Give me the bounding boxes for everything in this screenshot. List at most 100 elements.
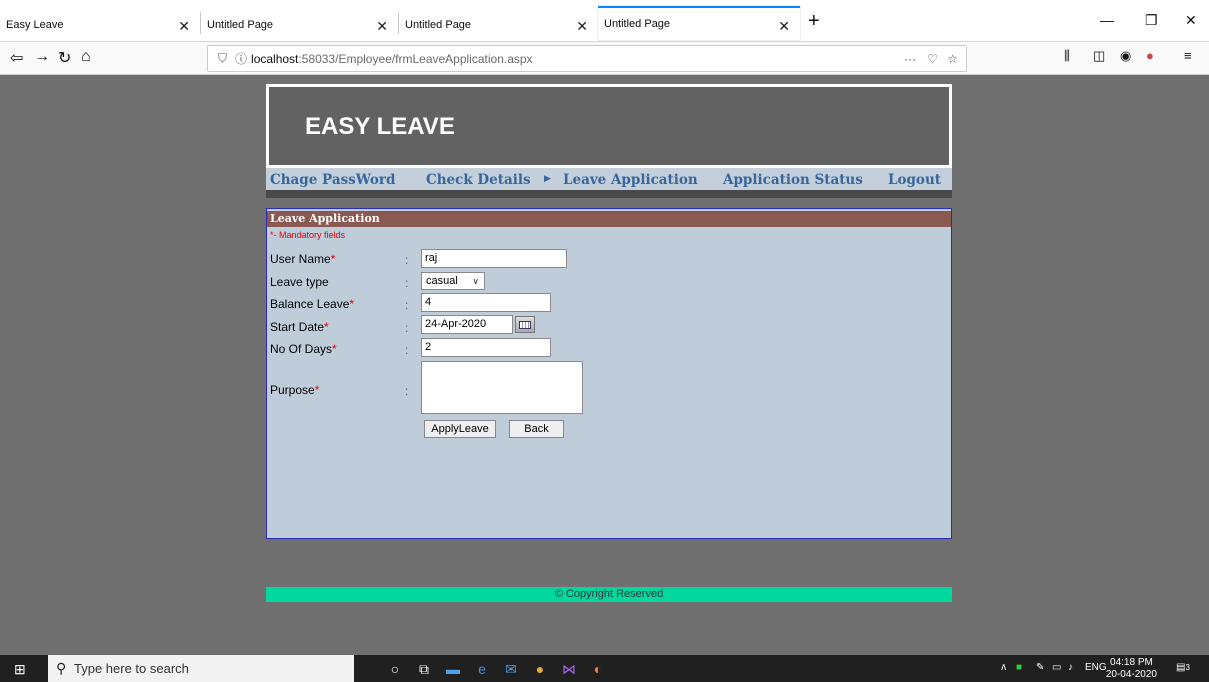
leave-application-panel: Leave Application *- Mandatory fields Us… bbox=[266, 208, 952, 539]
more-icon[interactable]: ··· bbox=[904, 52, 916, 66]
purpose-label: Purpose* bbox=[270, 383, 320, 397]
restore-button[interactable]: ❐ bbox=[1145, 12, 1158, 29]
chrome-icon[interactable]: ● bbox=[532, 661, 548, 677]
no-of-days-input[interactable]: 2 bbox=[421, 338, 551, 357]
start-date-label: Start Date* bbox=[270, 320, 329, 334]
edge-icon[interactable]: e bbox=[474, 661, 490, 677]
url-host: localhost bbox=[251, 51, 299, 66]
menu-leave-application[interactable]: Leave Application bbox=[563, 172, 698, 188]
taskbar-clock[interactable]: 04:18 PM 20-04-2020 bbox=[1106, 657, 1157, 681]
notification-count: 3 bbox=[1185, 663, 1190, 672]
tab-easy-leave[interactable]: Easy Leave ✕ bbox=[0, 8, 200, 42]
close-icon[interactable]: ✕ bbox=[376, 18, 388, 35]
search-icon: ⚲ bbox=[56, 660, 67, 676]
window-close-button[interactable]: ✕ bbox=[1185, 12, 1197, 29]
back-button[interactable]: ⇦ bbox=[10, 48, 23, 68]
account-icon[interactable]: ◉ bbox=[1120, 48, 1131, 64]
tab-label: Untitled Page bbox=[207, 19, 274, 31]
menu-icon[interactable]: ≡ bbox=[1184, 48, 1192, 63]
url-path: :58033/Employee/frmLeaveApplication.aspx bbox=[298, 51, 533, 66]
user-name-input[interactable]: raj bbox=[421, 249, 567, 268]
tab-label: Easy Leave bbox=[6, 19, 64, 31]
start-date-input[interactable]: 24-Apr-2020 bbox=[421, 315, 513, 334]
close-icon[interactable]: ✕ bbox=[576, 18, 588, 35]
back-button-form[interactable]: Back bbox=[509, 420, 564, 438]
colon: : bbox=[405, 343, 409, 357]
apply-leave-button[interactable]: ApplyLeave bbox=[424, 420, 496, 438]
app-tray-icon[interactable]: ■ bbox=[1016, 662, 1022, 673]
tab-untitled-1[interactable]: Untitled Page ✕ bbox=[201, 8, 398, 42]
user-name-label: User Name* bbox=[270, 252, 336, 266]
pen-icon[interactable]: ✎ bbox=[1036, 662, 1044, 673]
tab-label: Untitled Page bbox=[604, 18, 671, 30]
menu-logout[interactable]: Logout bbox=[888, 172, 941, 188]
menu-change-password[interactable]: Chage PassWord bbox=[270, 172, 395, 188]
arrow-left-icon: ⇦ bbox=[10, 50, 24, 67]
browser-tabstrip: Easy Leave ✕ Untitled Page ✕ Untitled Pa… bbox=[0, 0, 1209, 42]
colon: : bbox=[405, 253, 409, 267]
balance-leave-label: Balance Leave* bbox=[270, 297, 355, 311]
windows-taskbar: ⊞ ⚲ Type here to search ○ ⧉ ▬ e ✉ ● ⋈ ◐ … bbox=[0, 655, 1209, 682]
pocket-icon[interactable]: ♡ bbox=[927, 52, 938, 66]
tab-untitled-2[interactable]: Untitled Page ✕ bbox=[399, 8, 598, 42]
browser-navbar: ⇦ → ↻ ⌂ ⛉ ⓘ localhost:58033/Employee/frm… bbox=[0, 42, 1209, 75]
mandatory-note: *- Mandatory fields bbox=[270, 230, 346, 240]
clock-date: 20-04-2020 bbox=[1105, 669, 1157, 680]
volume-icon[interactable]: ♪ bbox=[1068, 662, 1073, 673]
balance-leave-input[interactable]: 4 bbox=[421, 293, 551, 312]
address-bar[interactable]: ⛉ ⓘ localhost:58033/Employee/frmLeaveApp… bbox=[207, 45, 967, 72]
reload-icon: ↻ bbox=[58, 50, 72, 67]
leave-type-label: Leave type bbox=[270, 275, 329, 289]
new-tab-button[interactable]: + bbox=[808, 10, 820, 33]
cortana-icon[interactable]: ○ bbox=[387, 661, 403, 677]
main-menu: Chage PassWord Check Details ▶ Leave App… bbox=[266, 168, 952, 190]
purpose-textarea[interactable] bbox=[421, 361, 583, 414]
menu-check-details[interactable]: Check Details bbox=[426, 172, 531, 188]
file-explorer-icon[interactable]: ▬ bbox=[445, 661, 461, 677]
plus-icon: + bbox=[808, 10, 820, 32]
colon: : bbox=[405, 276, 409, 290]
language-indicator[interactable]: ENG bbox=[1085, 662, 1107, 673]
colon: : bbox=[405, 298, 409, 312]
menu-application-status[interactable]: Application Status bbox=[723, 172, 863, 188]
close-icon[interactable]: ✕ bbox=[178, 18, 190, 35]
reload-button[interactable]: ↻ bbox=[58, 48, 71, 68]
extension-icon[interactable]: ● bbox=[1146, 48, 1154, 63]
arrow-right-icon: → bbox=[34, 48, 50, 65]
sidebar-icon[interactable]: ◫ bbox=[1093, 48, 1105, 64]
footer-spacer bbox=[266, 540, 952, 587]
close-icon[interactable]: ✕ bbox=[778, 18, 790, 35]
visual-studio-icon[interactable]: ⋈ bbox=[561, 661, 577, 677]
panel-heading: Leave Application bbox=[267, 211, 951, 227]
task-view-icon[interactable]: ⧉ bbox=[416, 661, 432, 677]
no-of-days-label: No Of Days* bbox=[270, 342, 337, 356]
search-placeholder: Type here to search bbox=[74, 661, 189, 676]
colon: : bbox=[405, 321, 409, 335]
windows-start-icon[interactable]: ⊞ bbox=[14, 661, 26, 678]
menu-divider-bar bbox=[266, 190, 952, 198]
tab-label: Untitled Page bbox=[405, 19, 472, 31]
info-icon: ⓘ bbox=[235, 52, 248, 66]
leave-type-value: casual bbox=[426, 275, 458, 287]
battery-icon[interactable]: ▭ bbox=[1052, 662, 1061, 673]
library-icon[interactable]: ⫼ bbox=[1064, 48, 1070, 64]
clock-time: 04:18 PM bbox=[1110, 657, 1153, 668]
taskbar-search-box[interactable]: ⚲ Type here to search bbox=[48, 655, 354, 682]
triangle-right-icon: ▶ bbox=[544, 174, 551, 184]
tab-untitled-active[interactable]: Untitled Page ✕ bbox=[598, 6, 800, 40]
shield-icon: ⛉ bbox=[218, 51, 228, 65]
home-button[interactable]: ⌂ bbox=[81, 48, 91, 66]
notification-icon[interactable]: ▤3 bbox=[1176, 662, 1190, 673]
firefox-icon[interactable]: ◐ bbox=[590, 661, 606, 677]
mail-icon[interactable]: ✉ bbox=[503, 661, 519, 677]
bookmark-star-icon[interactable]: ☆ bbox=[947, 52, 958, 66]
minimize-button[interactable]: — bbox=[1100, 12, 1114, 28]
leave-type-select[interactable]: casual ∨ bbox=[421, 272, 485, 290]
calendar-button[interactable] bbox=[515, 316, 535, 333]
forward-button[interactable]: → bbox=[34, 48, 50, 66]
chevron-up-icon[interactable]: ∧ bbox=[1000, 662, 1007, 673]
colon: : bbox=[405, 384, 409, 398]
copyright-footer: © Copyright Reserved bbox=[266, 587, 952, 602]
calendar-icon bbox=[519, 321, 531, 329]
chevron-down-icon: ∨ bbox=[472, 276, 479, 286]
